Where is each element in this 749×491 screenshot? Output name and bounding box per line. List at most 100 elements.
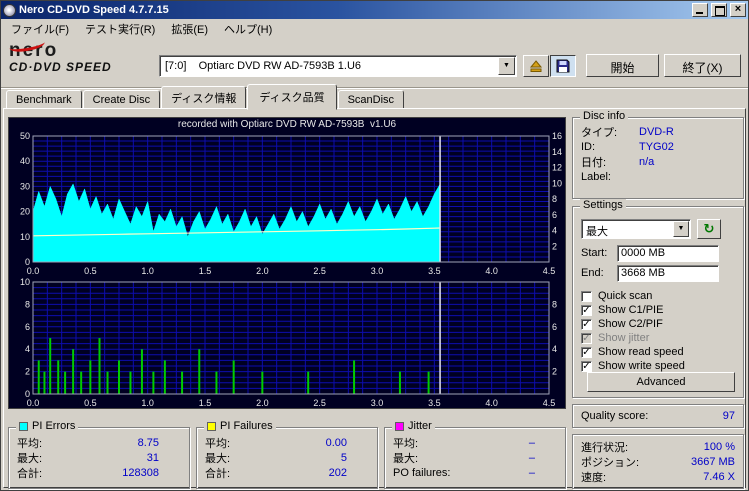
svg-text:50: 50 [20,132,30,141]
settings-title: Settings [583,199,623,211]
jitter-group-title: Jitter [408,420,432,432]
checkbox-label: Show C1/PIE [598,304,664,316]
tab-benchmark[interactable]: Benchmark [6,90,82,110]
speed-combobox[interactable]: 最大 [581,219,691,239]
checkbox-show-c1-pie[interactable]: Show C1/PIE [573,303,743,317]
checkbox-quick-scan[interactable]: Quick scan [573,289,743,303]
jitter-group: Jitter 平均: – 最大: – PO failures: – [384,420,566,489]
drive-combobox-value: [7:0] Optiarc DVD RW AD-7593B 1.U6 [165,60,362,72]
chevron-down-icon[interactable] [498,57,515,75]
start-button[interactable]: 開始 [586,54,659,77]
stat-value: – [528,466,535,479]
svg-text:10: 10 [552,178,562,188]
title-bar[interactable]: Nero CD-DVD Speed 4.7.7.15 [1,1,748,19]
tab-create-disc[interactable]: Create Disc [82,90,161,110]
pi-failures-group-title: PI Failures [220,420,273,432]
svg-text:4: 4 [552,226,557,236]
stat-label: 合計: [17,467,43,480]
pi-failures-swatch-icon [207,421,216,431]
close-icon[interactable] [730,3,746,17]
eject-button[interactable] [523,55,549,77]
position-value: 3667 MB [690,455,735,468]
svg-text:4.0: 4.0 [485,398,498,408]
checkbox-icon[interactable] [581,346,592,358]
checkbox-label: Show jitter [598,332,650,344]
svg-text:20: 20 [20,207,30,217]
svg-text:0.0: 0.0 [27,398,40,408]
disc-info-row: 日付: n/a [573,154,743,169]
svg-text:0.5: 0.5 [84,266,97,276]
stat-label: 最大: [205,452,231,465]
svg-text:3.0: 3.0 [371,398,384,408]
chevron-down-icon[interactable] [673,221,689,237]
tab-strip: Benchmark Create Disc ディスク情報 ディスク品質 Scan… [1,84,748,110]
menu-help[interactable]: ヘルプ(H) [216,18,280,40]
position-label: ポジション: [581,456,640,469]
menu-run-test[interactable]: テスト実行(R) [77,18,163,40]
svg-text:10: 10 [20,277,30,287]
pi-failures-group: PI Failures 平均: 0.00 最大: 5 合計: 202 [196,420,378,489]
checkbox-icon[interactable] [581,304,592,316]
svg-text:10: 10 [20,232,30,242]
checkbox-icon[interactable] [581,318,592,330]
stat-label: 平均: [393,437,419,450]
svg-text:1.0: 1.0 [141,398,154,408]
refresh-button[interactable] [697,219,721,239]
drive-combobox[interactable]: [7:0] Optiarc DVD RW AD-7593B 1.U6 [159,55,517,77]
checkbox-icon[interactable] [581,360,592,372]
checkbox-show-jitter: Show jitter [573,331,743,345]
checkbox-show-read-speed[interactable]: Show read speed [573,345,743,359]
svg-text:8: 8 [25,299,30,309]
svg-text:2.0: 2.0 [256,398,269,408]
checkbox-icon[interactable] [581,290,592,302]
exit-button[interactable]: 終了(X) [664,54,741,77]
stat-row: 平均: – [385,435,565,450]
app-icon [3,3,16,17]
nero-logo: nero CD·DVD SPEED [8,35,154,74]
checkbox-show-write-speed[interactable]: Show write speed [573,359,743,373]
progress-label: 進行状況: [581,441,629,454]
svg-text:4.5: 4.5 [543,398,556,408]
disc-quality-page: recorded with Optiarc DVD RW AD-7593B v1… [3,108,746,489]
advanced-button[interactable]: Advanced [587,372,735,392]
svg-text:2: 2 [25,367,30,377]
stat-label: 最大: [393,452,419,465]
stat-row: 最大: – [385,450,565,465]
start-field-label: Start: [581,247,608,259]
tab-disc-info[interactable]: ディスク情報 [161,86,247,110]
tab-disc-quality[interactable]: ディスク品質 [247,84,337,110]
stat-value: 31 [146,451,159,464]
svg-text:2.5: 2.5 [313,266,326,276]
quality-score-label: Quality score: [581,410,649,422]
stat-value: 5 [340,451,347,464]
svg-text:8: 8 [552,194,557,204]
disc-id-value: TYG02 [639,140,674,153]
svg-text:16: 16 [552,132,562,141]
checkbox-show-c2-pif[interactable]: Show C2/PIF [573,317,743,331]
stat-row: 平均: 8.75 [9,435,189,450]
tab-scandisc[interactable]: ScanDisc [337,90,405,110]
progress-group: 進行状況: 100 % ポジション: 3667 MB 速度: 7.46 X [572,434,744,489]
disc-info-group: Disc info タイプ: DVD-R ID: TYG02 日付: n/a Labe… [572,110,744,199]
stat-value: 202 [328,466,347,479]
save-button[interactable] [550,55,576,77]
pi-errors-swatch-icon [19,421,28,431]
svg-text:3.0: 3.0 [371,266,384,276]
stat-label: 最大: [17,452,43,465]
svg-text:6: 6 [25,322,30,332]
svg-text:4.5: 4.5 [543,266,556,276]
progress-value: 100 % [703,440,735,453]
start-field[interactable] [617,244,719,262]
end-field[interactable] [617,264,719,282]
svg-text:2: 2 [552,367,557,377]
stat-label: PO failures: [393,466,451,479]
menu-extra[interactable]: 拡張(E) [163,18,216,40]
menu-file[interactable]: ファイル(F) [3,18,77,40]
minimize-icon[interactable] [692,3,708,17]
svg-text:14: 14 [552,147,562,157]
disc-info-row: タイプ: DVD-R [573,124,743,139]
maximize-icon[interactable] [711,3,727,17]
svg-text:8: 8 [552,299,557,309]
disc-id-label: ID: [581,140,596,153]
svg-text:4: 4 [25,344,30,354]
